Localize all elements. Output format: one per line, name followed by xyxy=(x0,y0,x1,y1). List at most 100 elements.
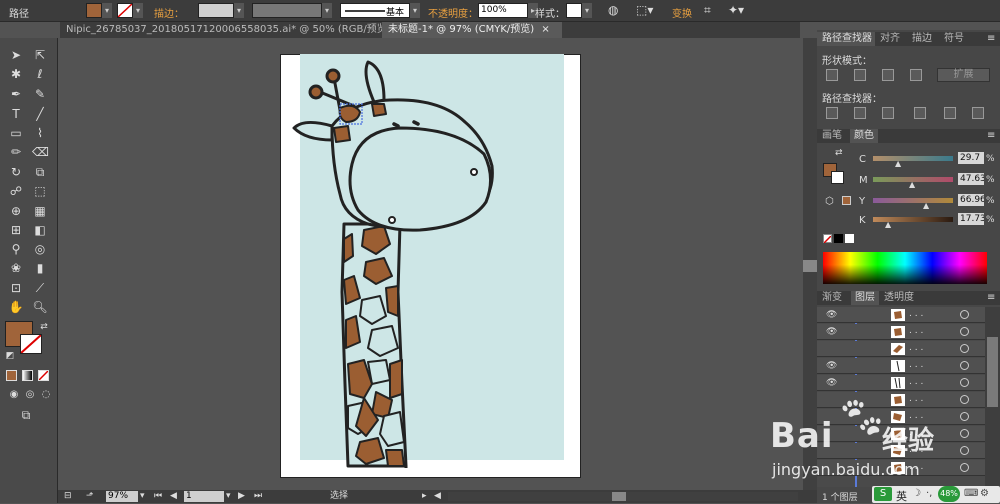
scale-tool-icon[interactable]: ⧉ xyxy=(32,164,48,180)
scroll-thumb[interactable] xyxy=(803,260,817,272)
settings-icon[interactable]: ⚙ xyxy=(980,488,989,499)
zoom-tool-icon[interactable]: 🔍︎ xyxy=(32,299,48,315)
shape-builder-tool-icon[interactable]: ⊕ xyxy=(8,203,24,219)
target-circle-icon[interactable] xyxy=(960,446,969,455)
magic-wand-tool-icon[interactable]: ✱ xyxy=(8,66,24,82)
type-tool-icon[interactable]: T xyxy=(8,106,24,122)
cyan-slider[interactable] xyxy=(873,156,953,161)
layer-row[interactable]: 👁︎ . . . xyxy=(817,375,985,391)
none-mode-icon[interactable] xyxy=(38,370,49,381)
first-artboard-icon[interactable]: ⏮ xyxy=(154,490,162,503)
none-swatch[interactable] xyxy=(823,234,832,244)
variable-width-dropdown-icon[interactable]: ▾ xyxy=(322,3,332,18)
tab-symbols[interactable]: 符号 xyxy=(944,32,964,46)
minus-front-icon[interactable] xyxy=(854,69,866,81)
zoom-dropdown-icon[interactable]: ▾ xyxy=(140,490,145,503)
layer-row[interactable]: 👁︎ . . . xyxy=(817,358,985,374)
black-value[interactable]: 17.73 xyxy=(958,213,984,225)
doc-tab-2[interactable]: 未标题-1* @ 97% (CMYK/预览) × xyxy=(382,22,562,38)
white-swatch[interactable] xyxy=(845,234,854,243)
tab-stroke[interactable]: 描边 xyxy=(912,32,932,46)
align-icon[interactable]: ⬚▾ xyxy=(636,3,653,17)
layer-row[interactable]: 👁︎ . . . xyxy=(817,324,985,340)
brush-profile-dropdown-icon[interactable]: ▾ xyxy=(410,3,420,18)
swap-colors-icon[interactable]: ⇄ xyxy=(36,319,52,335)
panel-menu-icon[interactable]: ≡ xyxy=(987,32,995,46)
last-artboard-icon[interactable]: ⏭ xyxy=(254,490,262,503)
tab-brushes[interactable]: 画笔 xyxy=(822,129,842,143)
hscroll-left-icon[interactable]: ◀ xyxy=(434,490,441,503)
color-stroke-icon[interactable] xyxy=(831,171,844,184)
layer-row[interactable]: 👁︎ . . . xyxy=(817,307,985,323)
artboard-dropdown-icon[interactable]: ▾ xyxy=(226,490,231,503)
target-circle-icon[interactable] xyxy=(960,327,969,336)
screen-mode-icon[interactable]: ⧉ xyxy=(18,407,34,423)
layers-scroll-thumb[interactable] xyxy=(987,337,998,407)
yellow-value[interactable]: 66.96 xyxy=(958,194,984,206)
tab-align[interactable]: 对齐 xyxy=(880,32,900,46)
target-circle-icon[interactable] xyxy=(960,463,969,472)
swap-icon[interactable]: ⇄ xyxy=(835,148,843,158)
panel-menu-icon[interactable]: ≡ xyxy=(987,291,995,305)
export-icon[interactable]: ⬏ xyxy=(86,490,94,503)
tab-transparency[interactable]: 透明度 xyxy=(884,291,914,305)
ime-language[interactable]: 英 xyxy=(896,488,907,504)
stroke-swatch[interactable] xyxy=(117,3,133,18)
target-circle-icon[interactable] xyxy=(960,344,969,353)
cyan-slider-thumb[interactable]: ▲ xyxy=(895,159,901,168)
hand-tool-icon[interactable]: ✋ xyxy=(8,299,24,315)
graphic-style-dropdown-icon[interactable]: ▾ xyxy=(582,3,592,18)
stroke-weight-dropdown-icon[interactable]: ▾ xyxy=(234,3,244,18)
trim-icon[interactable] xyxy=(854,107,866,119)
sogou-logo-icon[interactable]: S xyxy=(874,487,892,501)
visibility-eye-icon[interactable]: 👁︎ xyxy=(826,361,837,371)
column-graph-tool-icon[interactable]: ▮ xyxy=(32,260,48,276)
blend-tool-icon[interactable]: ◎ xyxy=(32,241,48,257)
line-tool-icon[interactable]: ╱ xyxy=(32,106,48,122)
crop-icon[interactable] xyxy=(914,107,926,119)
next-artboard-icon[interactable]: ▶ xyxy=(238,490,245,503)
target-circle-icon[interactable] xyxy=(960,378,969,387)
target-circle-icon[interactable] xyxy=(960,429,969,438)
eraser-tool-icon[interactable]: ⌫ xyxy=(32,144,49,160)
moon-icon[interactable]: ☽ xyxy=(912,488,921,499)
unite-icon[interactable] xyxy=(826,69,838,81)
merge-icon[interactable] xyxy=(882,107,894,119)
default-colors-icon[interactable]: ◩ xyxy=(2,348,18,364)
tab-color[interactable]: 颜色 xyxy=(850,129,878,143)
ime-toolbar[interactable]: S 英 ☽ ·, 48% ⌨ ⚙ xyxy=(872,486,1000,503)
free-transform-tool-icon[interactable]: ⬚ xyxy=(32,183,48,199)
target-circle-icon[interactable] xyxy=(960,412,969,421)
opacity-label[interactable]: 不透明度： xyxy=(428,5,478,20)
visibility-eye-icon[interactable]: 👁︎ xyxy=(826,327,837,337)
outline-icon[interactable] xyxy=(944,107,956,119)
horizontal-scrollbar[interactable] xyxy=(448,492,798,501)
eyedropper-tool-icon[interactable]: ⚲ xyxy=(8,241,24,257)
stroke-color-icon[interactable] xyxy=(20,334,42,354)
color-mode-icon[interactable] xyxy=(6,370,17,381)
layer-row[interactable]: . . . xyxy=(817,341,985,357)
selection-tool-icon[interactable]: ➤ xyxy=(8,47,24,63)
tab-pathfinder[interactable]: 路径查找器 xyxy=(817,32,875,46)
pencil-tool-icon[interactable]: ✏ xyxy=(8,144,24,160)
draw-behind-icon[interactable]: ◎ xyxy=(22,387,38,403)
target-circle-icon[interactable] xyxy=(960,310,969,319)
artboard-field[interactable]: 1 xyxy=(184,491,224,502)
draw-normal-icon[interactable]: ◉ xyxy=(6,387,22,403)
hscroll-thumb[interactable] xyxy=(612,492,626,501)
lasso-tool-icon[interactable]: ℓ xyxy=(32,66,48,82)
more-options-icon[interactable]: ✦▾ xyxy=(728,3,744,17)
tab-gradient[interactable]: 渐变 xyxy=(822,291,842,305)
opacity-field[interactable]: 100% xyxy=(478,3,528,18)
slice-tool-icon[interactable]: ⟋ xyxy=(32,280,48,296)
target-circle-icon[interactable] xyxy=(960,361,969,370)
stroke-label[interactable]: 描边： xyxy=(154,5,184,20)
artboard-tool-icon[interactable]: ⊡ xyxy=(8,280,24,296)
recolor-icon[interactable]: ◍ xyxy=(608,3,618,17)
out-of-gamut-icon[interactable]: ⬡ xyxy=(825,196,834,207)
visibility-eye-icon[interactable]: 👁︎ xyxy=(826,310,837,320)
isolate-icon[interactable]: ⌗ xyxy=(704,3,711,18)
black-swatch[interactable] xyxy=(834,234,843,243)
paintbrush-tool-icon[interactable]: ⌇ xyxy=(32,125,48,141)
artboard-nav-icon[interactable]: ⊟ xyxy=(64,490,72,503)
